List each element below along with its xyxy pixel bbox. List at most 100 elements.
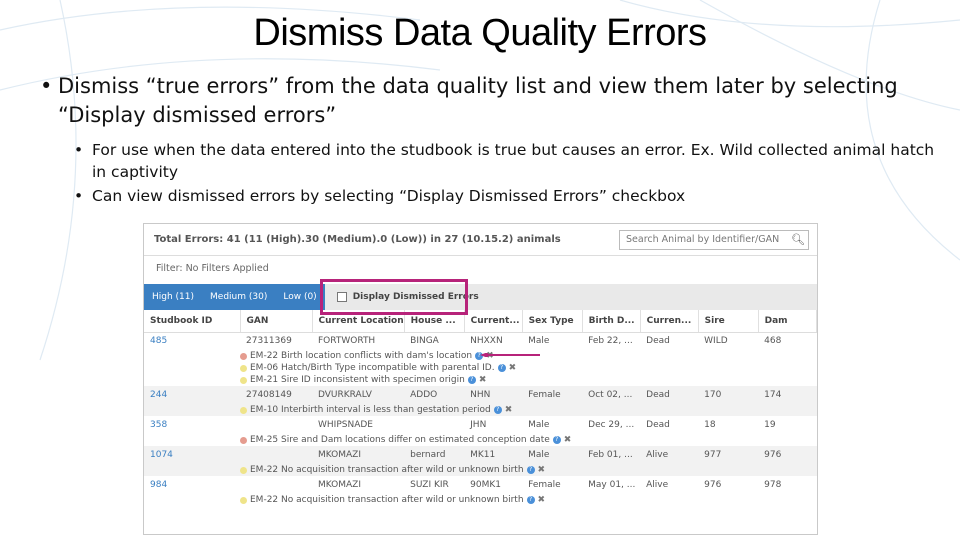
table-cell [240, 446, 312, 464]
highlight-box [320, 279, 468, 315]
high-severity-icon [240, 436, 247, 444]
table-row[interactable]: 358 WHIPSNADE JHN Male Dec 29, ... Dead 18 19 [144, 416, 817, 434]
table-cell: 19 [764, 420, 776, 430]
dismiss-icon[interactable]: ✖ [538, 465, 546, 475]
error-item: EM-22 No acquisition transaction after w… [144, 464, 817, 476]
high-severity-icon [240, 352, 247, 360]
table-cell: Dec 29, ... [588, 420, 635, 430]
table-cell: Male [528, 450, 550, 460]
column-header[interactable]: Current... [464, 310, 523, 333]
error-row: EM-25 Sire and Dam locations differ on e… [144, 434, 817, 446]
tab-medium[interactable]: Medium (30) [202, 292, 275, 302]
error-row: EM-22 No acquisition transaction after w… [144, 464, 817, 476]
search-icon[interactable]: 🔍︎ [788, 233, 808, 246]
low-severity-icon [240, 364, 247, 372]
help-icon[interactable]: ? [552, 436, 561, 444]
table-cell: Dead [646, 420, 670, 430]
table-cell [240, 476, 312, 494]
studbook-id-link[interactable]: 984 [144, 476, 240, 494]
column-header[interactable]: Birth D... [582, 310, 641, 333]
error-item: EM-21 Sire ID inconsistent with specimen… [144, 374, 817, 386]
table-cell [404, 416, 464, 434]
sub-bullet: Can view dismissed errors by selecting “… [72, 185, 940, 207]
dismiss-icon[interactable]: ✖ [538, 495, 546, 505]
tab-high[interactable]: High (11) [144, 292, 202, 302]
table-cell: 174 [764, 390, 782, 400]
table-cell: DVURKRALV [318, 390, 372, 400]
table-cell: 27311369 [246, 336, 292, 347]
table-cell: WILD [704, 336, 728, 347]
table-cell: Alive [646, 480, 669, 490]
search-input[interactable]: Search Animal by Identifier/GAN 🔍︎ [619, 229, 809, 250]
table-cell: May 01, ... [588, 480, 636, 490]
filter-status: Filter: No Filters Applied [156, 262, 269, 274]
help-icon[interactable]: ? [526, 466, 535, 474]
column-header[interactable]: Dam [758, 310, 817, 333]
dismiss-icon[interactable]: ✖ [479, 375, 487, 385]
low-severity-icon [240, 406, 247, 414]
table-row[interactable]: 1074 MKOMAZI bernard MK11 Male Feb 01, ... Ali… [144, 446, 817, 464]
table-cell: NHN [470, 390, 491, 400]
table-cell: Male [528, 420, 550, 430]
column-header[interactable]: Studbook ID [144, 310, 241, 333]
table-row[interactable]: 984 MKOMAZI SUZI KIR 90MK1 Female May 01, ...… [144, 476, 817, 494]
column-header[interactable]: Sex Type [522, 310, 583, 333]
table-row[interactable]: 244 27408149 DVURKRALV ADDO NHN Female Oct 02,… [144, 386, 817, 404]
table-cell: MKOMAZI [318, 450, 362, 460]
column-header[interactable]: Sire [698, 310, 759, 333]
slide-title: Dismiss Data Quality Errors [253, 12, 707, 54]
error-item: EM-10 Interbirth interval is less than g… [144, 404, 817, 416]
table-cell: Oct 02, ... [588, 390, 633, 400]
severity-tabs: High (11) Medium (30) Low (0) Display Di… [144, 284, 817, 310]
dismiss-icon[interactable]: ✖ [505, 405, 513, 415]
dismiss-icon[interactable]: ✖ [509, 363, 517, 373]
error-row: EM-22 No acquisition transaction after w… [144, 494, 817, 506]
main-bullet: Dismiss “true errors” from the data qual… [40, 72, 940, 130]
error-text: EM-25 Sire and Dam locations differ on e… [250, 435, 550, 445]
table-header-row: Studbook ID GAN Current Location House .… [144, 310, 817, 333]
table-cell: 976 [704, 480, 722, 490]
help-icon[interactable]: ? [467, 376, 476, 384]
tab-low[interactable]: Low (0) [275, 292, 324, 302]
total-errors-text: Total Errors: 41 (11 (High).30 (Medium).… [154, 234, 561, 245]
low-severity-icon [240, 376, 247, 384]
table-cell: Alive [646, 450, 669, 460]
table-cell: MK11 [470, 450, 496, 460]
table-cell: 27408149 [246, 390, 292, 400]
column-header[interactable]: Curren... [640, 310, 699, 333]
dismiss-icon[interactable]: ✖ [564, 435, 572, 445]
table-body: 485 27311369 FORTWORTH BINGA NHXXN Male Feb 22… [144, 332, 817, 506]
table-cell: NHXXN [470, 336, 503, 347]
low-severity-icon [240, 466, 247, 474]
table-cell: 468 [764, 336, 782, 347]
table-cell: WHIPSNADE [318, 420, 373, 430]
error-text: EM-22 No acquisition transaction after w… [250, 465, 524, 475]
totals-bar: Total Errors: 41 (11 (High).30 (Medium).… [144, 224, 817, 256]
table-cell: JHN [470, 420, 487, 430]
table-cell: Male [528, 336, 550, 347]
error-list-cell: EM-22 No acquisition transaction after w… [144, 464, 817, 476]
error-text: EM-21 Sire ID inconsistent with specimen… [250, 375, 465, 385]
errors-table: Studbook ID GAN Current Location House .… [144, 310, 817, 506]
help-icon[interactable]: ? [497, 364, 506, 372]
error-text: EM-22 No acquisition transaction after w… [250, 495, 524, 505]
table-row[interactable]: 485 27311369 FORTWORTH BINGA NHXXN Male Feb 22… [144, 332, 817, 350]
table-cell: ADDO [410, 390, 438, 400]
table-cell: Feb 01, ... [588, 450, 633, 460]
error-item: EM-25 Sire and Dam locations differ on e… [144, 434, 817, 446]
table-cell: Dead [646, 336, 670, 347]
table-cell: SUZI KIR [410, 480, 449, 490]
column-header[interactable]: GAN [240, 310, 313, 333]
studbook-id-link[interactable]: 358 [144, 416, 240, 434]
sub-bullet-list: For use when the data entered into the s… [72, 139, 940, 207]
studbook-id-link[interactable]: 485 [144, 332, 240, 350]
studbook-id-link[interactable]: 1074 [144, 446, 240, 464]
error-list-cell: EM-22 No acquisition transaction after w… [144, 494, 817, 506]
table-cell [240, 416, 312, 434]
table-cell: 976 [764, 450, 782, 460]
help-icon[interactable]: ? [526, 496, 535, 504]
help-icon[interactable]: ? [493, 406, 502, 414]
studbook-id-link[interactable]: 244 [144, 386, 240, 404]
table-cell: BINGA [410, 336, 439, 347]
error-item: EM-22 No acquisition transaction after w… [144, 494, 817, 506]
